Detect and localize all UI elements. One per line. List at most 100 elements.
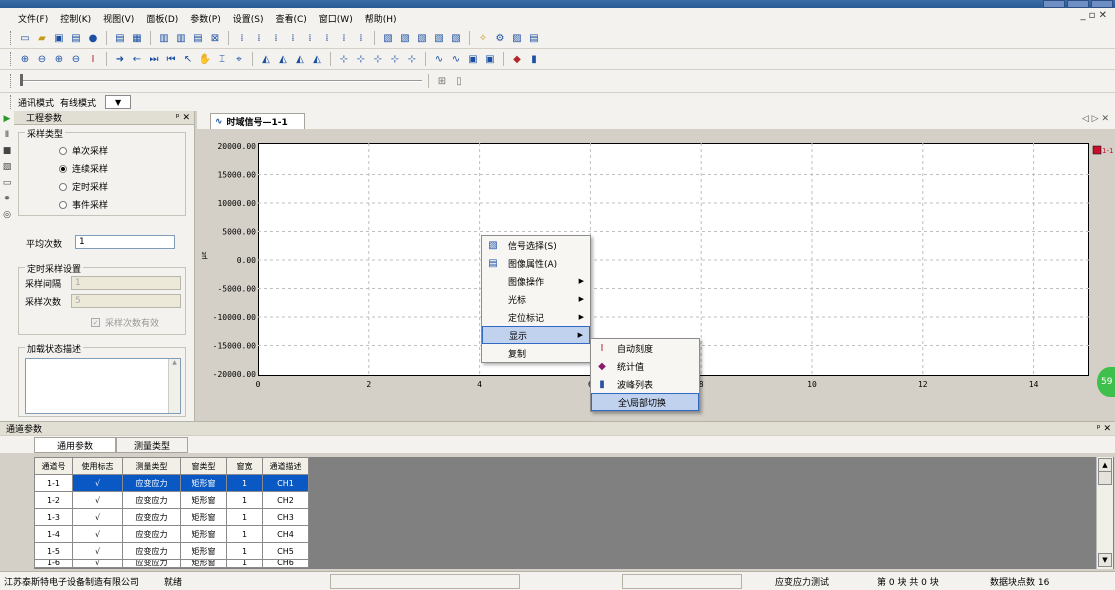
- menu-item[interactable]: 复制: [482, 344, 590, 362]
- menu-item[interactable]: 图像操作 ▶: [482, 272, 590, 290]
- stop-icon[interactable]: ■: [0, 143, 14, 159]
- table-cell[interactable]: 1-3: [34, 508, 73, 526]
- column-header[interactable]: 通道描述: [262, 457, 309, 475]
- menu-item[interactable]: ▧ 信号选择(S): [482, 236, 590, 254]
- tile-vertical-icon[interactable]: ▥: [174, 31, 188, 45]
- checkbox-icon[interactable]: ✓: [91, 318, 100, 327]
- menu-file[interactable]: 文件(F): [18, 12, 48, 25]
- load-status-textarea[interactable]: ▲: [25, 358, 181, 414]
- step-prev-icon[interactable]: ⏮: [164, 52, 178, 66]
- chart-icon[interactable]: ▨: [510, 31, 524, 45]
- table-cell[interactable]: 1: [226, 491, 263, 509]
- mouse-icon[interactable]: ◎: [0, 207, 14, 223]
- channel-icon-5[interactable]: ⁞: [303, 31, 317, 45]
- marker-icon-2[interactable]: ⊹: [354, 52, 368, 66]
- table-cell[interactable]: 1: [226, 542, 263, 560]
- radio-dot[interactable]: [59, 146, 67, 155]
- comm-mode-value[interactable]: 有线模式: [60, 96, 96, 109]
- table-cell[interactable]: 1-5: [34, 542, 73, 560]
- table-cell[interactable]: √: [72, 491, 123, 509]
- new-file-icon[interactable]: ▭: [18, 31, 32, 45]
- tool-icon[interactable]: ✧: [476, 31, 490, 45]
- cursor-icon[interactable]: Ⅰ: [86, 52, 100, 66]
- step-next-icon[interactable]: ⏭: [147, 52, 161, 66]
- cascade-icon[interactable]: ▤: [191, 31, 205, 45]
- table-cell[interactable]: CH2: [262, 491, 309, 509]
- table-cell[interactable]: CH3: [262, 508, 309, 526]
- menu-settings[interactable]: 设置(S): [233, 12, 264, 25]
- toolbar-grip[interactable]: [10, 74, 13, 88]
- arrow-right-icon[interactable]: ➜: [113, 52, 127, 66]
- zoom-out-icon[interactable]: ⊖: [35, 52, 49, 66]
- panel-toggle-icon[interactable]: ▯: [452, 74, 466, 88]
- menu-item[interactable]: 显示 ▶: [482, 326, 590, 344]
- table-cell[interactable]: 矩形窗: [180, 474, 227, 492]
- interval-input[interactable]: 1: [71, 276, 181, 290]
- window-icon[interactable]: ▭: [0, 175, 14, 191]
- count-valid-checkbox[interactable]: ✓ 采样次数有效: [91, 316, 159, 329]
- menu-help[interactable]: 帮助(H): [365, 12, 397, 25]
- radio-dot[interactable]: [59, 200, 67, 209]
- tile-horizontal-icon[interactable]: ▥: [157, 31, 171, 45]
- close-button[interactable]: [1091, 0, 1113, 8]
- bar-chart-icon[interactable]: ▮: [527, 52, 541, 66]
- marker-icon-5[interactable]: ⊹: [405, 52, 419, 66]
- table-cell[interactable]: 应变应力: [122, 559, 181, 568]
- textarea-scrollbar[interactable]: ▲: [168, 359, 180, 413]
- table-cell[interactable]: √: [72, 508, 123, 526]
- table-cell[interactable]: 应变应力: [122, 542, 181, 560]
- window-icon-1[interactable]: ▣: [466, 52, 480, 66]
- radio-single-sample[interactable]: 单次采样: [59, 144, 108, 157]
- table-cell[interactable]: 1-6: [34, 559, 73, 568]
- table-cell[interactable]: 矩形窗: [180, 525, 227, 543]
- locate-icon[interactable]: ⌖: [232, 52, 246, 66]
- wave-icon-1[interactable]: ∿: [432, 52, 446, 66]
- table-row[interactable]: 1-2 √ 应变应力 矩形窗 1 CH2: [34, 491, 309, 509]
- zoom-y-icon[interactable]: ⊖: [69, 52, 83, 66]
- print-icon[interactable]: ▤: [69, 31, 83, 45]
- menu-item[interactable]: 定位标记 ▶: [482, 308, 590, 326]
- column-header[interactable]: 窗宽: [226, 457, 263, 475]
- channel-icon-6[interactable]: ⁞: [320, 31, 334, 45]
- menu-window[interactable]: 窗口(W): [319, 12, 353, 25]
- peak-icon-4[interactable]: ◭: [310, 52, 324, 66]
- grid-toggle-icon[interactable]: ⊞: [435, 74, 449, 88]
- document-controls[interactable]: ◁ ▷ ✕: [1082, 114, 1109, 124]
- table-cell[interactable]: 1: [226, 525, 263, 543]
- submenu-item[interactable]: Ⅰ 自动刻度: [591, 339, 699, 357]
- radio-dot[interactable]: [59, 164, 67, 173]
- table-cell[interactable]: 1: [226, 559, 263, 568]
- tab-general-params[interactable]: 通用参数: [34, 437, 116, 453]
- avg-count-input[interactable]: 1: [75, 235, 175, 249]
- channel-icon-3[interactable]: ⁞: [269, 31, 283, 45]
- table-cell[interactable]: CH6: [262, 559, 309, 568]
- scroll-up-icon[interactable]: ▲: [1098, 458, 1112, 472]
- select-icon[interactable]: ↖: [181, 52, 195, 66]
- table-cell[interactable]: 矩形窗: [180, 491, 227, 509]
- help-icon[interactable]: ●: [86, 31, 100, 45]
- list-icon[interactable]: ▤: [527, 31, 541, 45]
- table-cell[interactable]: 1: [226, 474, 263, 492]
- pause-icon[interactable]: Ⅱ: [0, 127, 14, 143]
- tab-measure-type[interactable]: 测量类型: [116, 437, 188, 453]
- table-cell[interactable]: √: [72, 474, 123, 492]
- pin-close-icon[interactable]: ᵖ ✕: [1097, 424, 1111, 434]
- table-cell[interactable]: 应变应力: [122, 491, 181, 509]
- layout-grid-icon[interactable]: ▦: [130, 31, 144, 45]
- menu-panel[interactable]: 面板(D): [146, 12, 178, 25]
- comm-mode-dropdown[interactable]: ▼: [105, 95, 132, 109]
- toolbar-grip[interactable]: [10, 31, 13, 45]
- mdi-controls[interactable]: _ ▫ ✕: [1080, 10, 1107, 21]
- window-icon-2[interactable]: ▣: [483, 52, 497, 66]
- play-icon[interactable]: ▶: [0, 111, 14, 127]
- zoom-x-icon[interactable]: ⊕: [52, 52, 66, 66]
- menu-control[interactable]: 控制(K): [60, 12, 91, 25]
- radio-continuous-sample[interactable]: 连续采样: [59, 162, 108, 175]
- close-all-icon[interactable]: ⊠: [208, 31, 222, 45]
- table-row[interactable]: 1-6 √ 应变应力 矩形窗 1 CH6: [34, 559, 309, 568]
- table-row[interactable]: 1-5 √ 应变应力 矩形窗 1 CH5: [34, 542, 309, 560]
- radio-timed-sample[interactable]: 定时采样: [59, 180, 108, 193]
- maximize-button[interactable]: [1067, 0, 1089, 8]
- channel-icon-1[interactable]: ⁞: [235, 31, 249, 45]
- table-cell[interactable]: 1-4: [34, 525, 73, 543]
